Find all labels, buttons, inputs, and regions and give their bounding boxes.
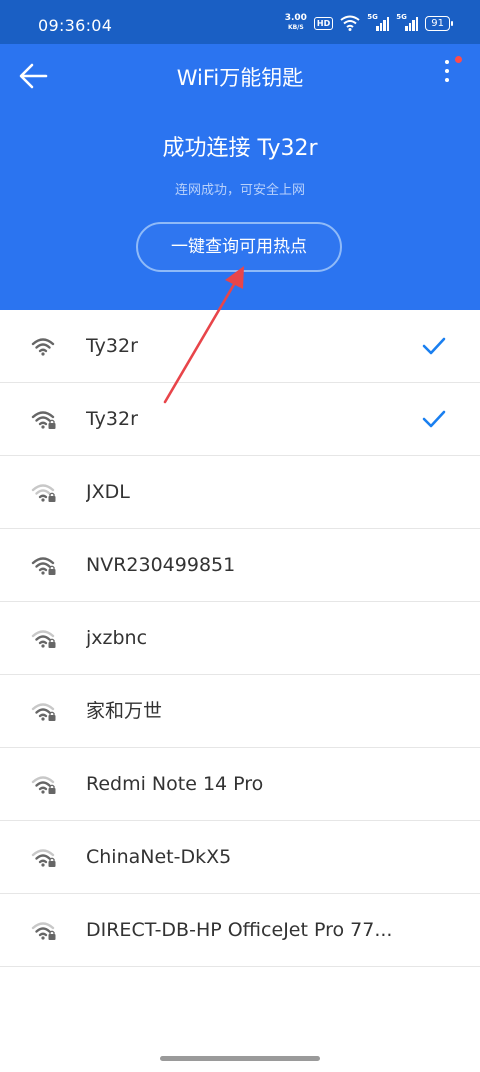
app-title: WiFi万能钥匙 xyxy=(176,66,304,90)
wifi-network-row[interactable]: jxzbnc xyxy=(0,602,480,675)
wifi-network-row[interactable]: Ty32r xyxy=(0,383,480,456)
wifi-signal-icon xyxy=(31,776,56,794)
wifi-network-row[interactable]: Redmi Note 14 Pro xyxy=(0,748,480,821)
wifi-signal-icon xyxy=(31,338,55,356)
wifi-ssid: ChinaNet-DkX5 xyxy=(86,846,232,868)
wifi-ssid: DIRECT-DB-HP OfficeJet Pro 77... xyxy=(86,919,393,941)
gesture-bar[interactable] xyxy=(160,1056,320,1061)
notification-dot xyxy=(455,56,462,63)
status-bar: 09:36:04 3.00 KB/S HD 5G 5G 91 xyxy=(0,0,480,44)
status-icons: 3.00 KB/S HD 5G 5G 91 xyxy=(285,13,453,32)
wifi-ssid: JXDL xyxy=(86,481,130,503)
battery-icon: 91 xyxy=(425,15,453,31)
connected-subtitle: 连网成功，可安全上网 xyxy=(174,183,305,198)
wifi-ssid: Redmi Note 14 Pro xyxy=(86,773,264,795)
more-menu-icon[interactable] xyxy=(440,60,454,90)
wifi-signal-icon xyxy=(31,484,56,502)
wifi-network-row[interactable]: 家和万世 xyxy=(0,675,480,748)
wifi-ssid: NVR230499851 xyxy=(86,554,236,576)
wifi-signal-icon xyxy=(31,849,56,867)
wifi-ssid: Ty32r xyxy=(86,408,138,430)
query-hotspots-button[interactable]: 一键查询可用热点 xyxy=(136,222,342,272)
wifi-signal-icon xyxy=(31,557,56,575)
wifi-status-icon xyxy=(340,15,360,31)
wifi-network-row[interactable]: DIRECT-DB-HP OfficeJet Pro 77... xyxy=(0,894,480,967)
wifi-ssid: 家和万世 xyxy=(86,700,163,722)
wifi-network-row[interactable]: JXDL xyxy=(0,456,480,529)
network-speed-unit: KB/S xyxy=(287,24,304,31)
connected-title: 成功连接 Ty32r xyxy=(162,136,318,161)
signal-icon-sim2: 5G xyxy=(396,13,419,31)
wifi-signal-icon xyxy=(31,411,56,429)
wifi-list: Ty32r Ty32r JXDL NVR230499851 jxzbnc 家和万世 Redm… xyxy=(0,310,480,967)
wifi-network-row[interactable]: NVR230499851 xyxy=(0,529,480,602)
network-speed: 3.00 KB/S xyxy=(285,14,307,32)
wifi-signal-icon xyxy=(31,630,56,648)
header: WiFi万能钥匙 成功连接 Ty32r 连网成功，可安全上网 一键查询可用热点 xyxy=(0,44,480,310)
wifi-ssid: jxzbnc xyxy=(86,627,148,649)
connected-check-icon xyxy=(422,337,446,355)
wifi-ssid: Ty32r xyxy=(86,335,138,357)
sim1-label: 5G xyxy=(367,13,378,21)
signal-icon-sim1: 5G xyxy=(367,13,390,31)
hd-icon: HD xyxy=(313,16,334,30)
wifi-signal-icon xyxy=(31,922,56,940)
wifi-network-row[interactable]: Ty32r xyxy=(0,310,480,383)
sim2-label: 5G xyxy=(396,13,407,21)
status-time: 09:36:04 xyxy=(38,16,113,35)
wifi-signal-icon xyxy=(31,703,56,721)
wifi-network-row[interactable]: ChinaNet-DkX5 xyxy=(0,821,480,894)
connected-check-icon xyxy=(422,410,446,428)
network-speed-value: 3.00 xyxy=(284,13,307,23)
